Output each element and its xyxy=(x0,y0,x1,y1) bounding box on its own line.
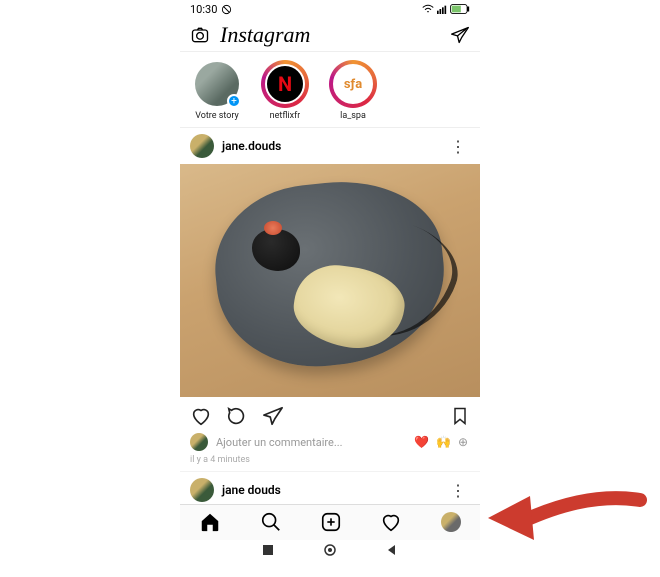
sys-recent-icon[interactable] xyxy=(262,544,274,556)
nav-create-icon[interactable] xyxy=(320,511,342,533)
post-author-avatar[interactable] xyxy=(190,134,214,158)
post-author-avatar[interactable] xyxy=(190,478,214,502)
post-more-icon[interactable]: ⋮ xyxy=(446,481,470,500)
post-header: jane.douds ⋮ xyxy=(180,128,480,164)
comment-placeholder: Ajouter un commentaire... xyxy=(216,436,406,449)
self-avatar xyxy=(190,433,208,451)
nav-search-icon[interactable] xyxy=(260,511,282,533)
camera-icon[interactable] xyxy=(190,25,210,45)
add-comment-row[interactable]: Ajouter un commentaire... ❤️ 🙌 ⊕ xyxy=(180,431,480,453)
signal-icon xyxy=(437,4,447,14)
sys-back-icon[interactable] xyxy=(386,544,398,556)
story-label: netflixfr xyxy=(270,111,301,121)
status-time: 10:30 xyxy=(190,3,217,16)
dnd-icon xyxy=(221,4,232,15)
phone-frame: 10:30 Instagram + Votre story N netflixf… xyxy=(180,0,480,560)
like-icon[interactable] xyxy=(190,405,212,427)
bottom-nav xyxy=(180,504,480,539)
save-icon[interactable] xyxy=(450,405,470,427)
direct-messages-icon[interactable] xyxy=(450,25,470,45)
post-image[interactable] xyxy=(180,164,480,397)
share-icon[interactable] xyxy=(262,405,284,427)
wifi-icon xyxy=(422,4,434,14)
nav-activity-icon[interactable] xyxy=(380,511,402,533)
story-your-story[interactable]: + Votre story xyxy=(190,60,244,121)
annotation-arrow xyxy=(480,488,650,558)
quick-emojis[interactable]: ❤️ 🙌 ⊕ xyxy=(414,435,470,449)
nav-home-icon[interactable] xyxy=(199,511,221,533)
post-actions xyxy=(180,397,480,431)
battery-icon xyxy=(450,4,470,14)
status-bar: 10:30 xyxy=(180,0,480,19)
system-nav-bar xyxy=(180,540,480,560)
comment-icon[interactable] xyxy=(226,405,248,427)
next-post-header: jane douds ⋮ xyxy=(180,471,480,504)
post-more-icon[interactable]: ⋮ xyxy=(446,137,470,156)
story-la-spa[interactable]: sƒa la_spa xyxy=(326,60,380,121)
sys-home-icon[interactable] xyxy=(324,544,336,556)
post-timestamp: il y a 4 minutes xyxy=(180,453,480,471)
stories-row: + Votre story N netflixfr sƒa la_spa xyxy=(180,52,480,128)
post-author-username[interactable]: jane douds xyxy=(222,483,438,497)
nav-profile-icon[interactable] xyxy=(441,512,461,532)
add-story-badge: + xyxy=(227,94,241,108)
post-author-username[interactable]: jane.douds xyxy=(222,139,438,153)
app-header: Instagram xyxy=(180,19,480,53)
story-label: la_spa xyxy=(340,111,366,121)
story-label: Votre story xyxy=(195,111,239,121)
app-logo: Instagram xyxy=(220,22,440,48)
story-netflixfr[interactable]: N netflixfr xyxy=(258,60,312,121)
